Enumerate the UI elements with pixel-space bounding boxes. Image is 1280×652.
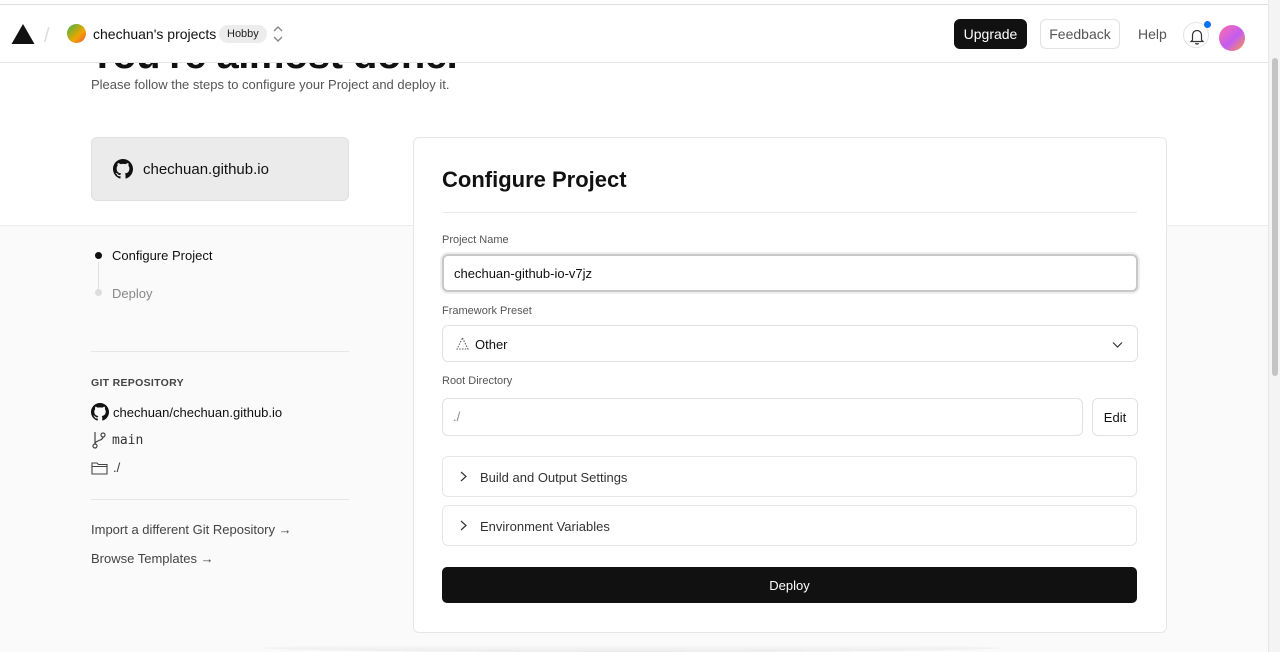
- upgrade-button[interactable]: Upgrade: [954, 19, 1027, 49]
- step-indicator-active: [95, 252, 102, 259]
- root-directory-label: Root Directory: [442, 375, 513, 387]
- environment-variables-accordion[interactable]: Environment Variables: [442, 505, 1137, 546]
- vercel-logo-icon[interactable]: [11, 23, 35, 45]
- git-directory-row: ./: [91, 460, 120, 475]
- chevron-down-icon: [1112, 342, 1123, 348]
- import-different-repo-link[interactable]: Import a different Git Repository →: [91, 522, 292, 537]
- bottom-shadow: [260, 644, 1000, 652]
- top-navigation-bar: / chechuan's projects Hobby Upgrade Feed…: [0, 4, 1268, 63]
- team-avatar[interactable]: [67, 24, 86, 43]
- git-repo-name[interactable]: chechuan/chechuan.github.io: [113, 405, 282, 420]
- step-deploy: Deploy: [112, 286, 153, 301]
- help-link[interactable]: Help: [1138, 26, 1167, 42]
- git-repo-row[interactable]: chechuan/chechuan.github.io: [91, 403, 282, 421]
- project-name-input[interactable]: [442, 254, 1138, 292]
- framework-preset-value: Other: [475, 337, 508, 352]
- imported-repo-card: chechuan.github.io: [91, 137, 349, 201]
- git-branch-icon: [92, 432, 106, 449]
- scrollbar-thumb[interactable]: [1272, 58, 1278, 376]
- user-avatar[interactable]: [1219, 25, 1245, 51]
- git-branch-row: main: [91, 431, 143, 449]
- framework-preset-select[interactable]: Other: [442, 325, 1138, 362]
- team-name[interactable]: chechuan's projects: [93, 26, 216, 42]
- page-subtitle: Please follow the steps to configure you…: [91, 77, 450, 92]
- card-divider: [442, 212, 1137, 213]
- page-scrollbar[interactable]: [1268, 0, 1280, 652]
- step-indicator-inactive: [95, 289, 102, 296]
- build-output-settings-accordion[interactable]: Build and Output Settings: [442, 456, 1137, 497]
- chevron-right-icon: [460, 471, 467, 482]
- browse-templates-link[interactable]: Browse Templates →: [91, 551, 214, 566]
- framework-preset-label: Framework Preset: [442, 305, 532, 317]
- git-branch-name: main: [112, 432, 144, 448]
- root-directory-input[interactable]: ./: [442, 398, 1083, 436]
- chevron-right-icon: [460, 520, 467, 531]
- github-icon: [91, 403, 109, 421]
- git-repository-heading: GIT REPOSITORY: [91, 377, 184, 389]
- root-directory-edit-button[interactable]: Edit: [1092, 398, 1138, 436]
- notification-dot: [1204, 21, 1211, 28]
- folder-icon: [91, 461, 108, 475]
- sidebar-divider: [91, 351, 349, 352]
- feedback-button[interactable]: Feedback: [1040, 19, 1120, 49]
- configure-project-title: Configure Project: [442, 167, 627, 192]
- sidebar-divider: [91, 499, 349, 500]
- build-output-settings-label: Build and Output Settings: [480, 470, 628, 485]
- team-switcher-chevrons-icon[interactable]: [270, 22, 286, 46]
- breadcrumb-separator: /: [44, 25, 50, 47]
- repo-name: chechuan.github.io: [143, 161, 269, 178]
- deploy-button[interactable]: Deploy: [442, 567, 1137, 603]
- project-name-label: Project Name: [442, 234, 509, 246]
- step-configure-project: Configure Project: [112, 248, 213, 263]
- github-icon: [113, 159, 133, 179]
- environment-variables-label: Environment Variables: [480, 519, 610, 534]
- framework-other-icon: [456, 337, 469, 350]
- git-directory: ./: [113, 460, 121, 475]
- plan-badge: Hobby: [219, 25, 267, 43]
